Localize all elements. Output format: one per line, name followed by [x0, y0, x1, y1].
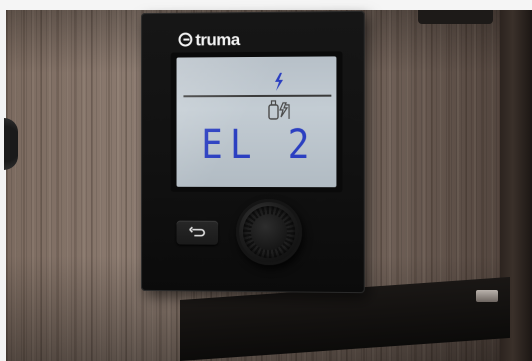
gas-bottle-electric-icon [267, 99, 293, 121]
photo-scene: truma EL 2 [0, 0, 532, 361]
brand-name: truma [195, 29, 240, 49]
electric-lightning-icon [273, 72, 285, 91]
display-divider [183, 94, 332, 98]
rotary-knob[interactable] [236, 198, 303, 266]
top-border [0, 0, 532, 10]
lcd-display: EL 2 [176, 56, 337, 188]
control-panel: truma EL 2 [141, 10, 365, 294]
display-value: EL 2 [201, 121, 317, 169]
back-button[interactable] [176, 220, 219, 245]
brand-mark-icon [178, 32, 193, 47]
brand-logo: truma [178, 27, 240, 51]
display-bezel: EL 2 [170, 51, 343, 193]
return-arrow-icon [189, 223, 206, 242]
cabinet-knob [4, 118, 18, 170]
door-hinge [476, 290, 498, 302]
upper-fixture [418, 10, 493, 24]
